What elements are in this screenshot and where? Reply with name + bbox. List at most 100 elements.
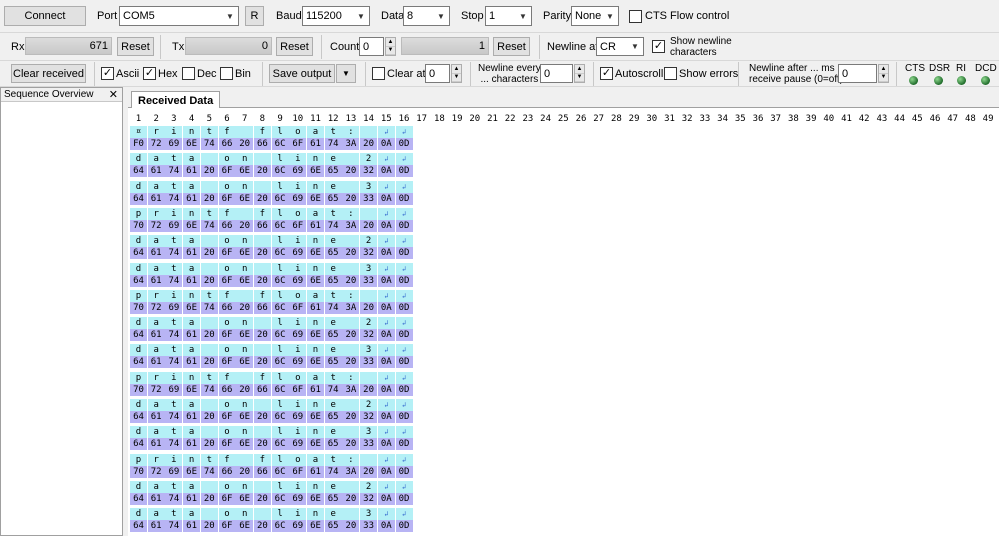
hex-cell: 20 (253, 165, 271, 178)
hex-cell: 6E (236, 411, 254, 423)
clear-received-button[interactable]: Clear received (11, 64, 86, 83)
autoscroll-checkbox[interactable]: ✓ (600, 67, 613, 80)
clear-at-stepper[interactable]: ▲ ▼ (451, 64, 462, 83)
ascii-cell: n (236, 153, 254, 166)
show-errors-checkbox[interactable] (664, 67, 677, 80)
ascii-cell: t (165, 235, 183, 248)
hex-cell: 0A (377, 383, 395, 396)
hex-cell: 65 (324, 192, 342, 205)
hex-cell: 64 (130, 438, 147, 451)
port-select[interactable]: COM5 ▼ (119, 6, 239, 26)
ascii-cell: l (271, 426, 289, 439)
hex-cell: 6C (271, 492, 289, 505)
newline-at-label: Newline at (547, 41, 599, 53)
hex-cell: 69 (289, 247, 307, 260)
hex-cell: 65 (324, 356, 342, 369)
hex-cell: 66 (253, 383, 271, 396)
close-icon[interactable]: ✕ (109, 88, 118, 101)
newline-every-stepper[interactable]: ▲ ▼ (574, 64, 585, 83)
rx-reset-button[interactable]: Reset (117, 37, 154, 56)
hex-cell: 61 (147, 165, 165, 178)
cts-flow-checkbox[interactable] (629, 10, 642, 23)
clear-at-checkbox[interactable] (372, 67, 385, 80)
received-data-area[interactable]: 1 2 3 4 5 6 7 8 9 10 11 12 13 14 15 16 17 18 19 20 21 22 23 24 2… (128, 108, 999, 536)
data-bits-select[interactable]: 8 ▼ (403, 6, 450, 26)
column-number: 49 (982, 114, 994, 124)
tx-reset-button[interactable]: Reset (276, 37, 313, 56)
newline-every-input[interactable]: 0 (540, 64, 573, 83)
hex-cell: 0A (377, 356, 395, 369)
port-value: COM5 (123, 10, 155, 22)
ascii-cell (200, 317, 218, 330)
ascii-cell: i (289, 426, 307, 439)
count-label: Count (330, 41, 360, 53)
hex-cell: 0A (377, 438, 395, 451)
tab-received-data[interactable]: Received Data (131, 91, 221, 109)
hex-cell: 0D (395, 520, 413, 533)
hex-cell: 20 (200, 411, 218, 423)
ascii-cell: : (342, 289, 360, 302)
chevron-down-icon: ▼ (519, 11, 527, 21)
stop-bits-select[interactable]: 1 ▼ (485, 6, 532, 26)
hex-cell: 3A (342, 138, 360, 150)
hex-cell: 69 (289, 329, 307, 342)
save-output-dropdown[interactable]: ▼ (336, 64, 356, 83)
newline-after-input[interactable]: 0 (838, 64, 877, 83)
ascii-cell: a (183, 426, 201, 439)
ascii-cell: d (130, 399, 147, 411)
ascii-cell (342, 180, 360, 193)
newline-at-select[interactable]: CR ▼ (596, 37, 644, 56)
ascii-cell: f (253, 371, 271, 384)
count-input[interactable]: 0 (359, 37, 384, 56)
clear-at-input[interactable]: 0 (425, 64, 450, 83)
hex-cell: 20 (253, 520, 271, 533)
hex-cell: 61 (147, 438, 165, 451)
hex-cell: 6F (218, 520, 236, 533)
column-number: 11 (310, 114, 321, 124)
ascii-cell: d (130, 317, 147, 330)
ascii-cell: ↲ (377, 207, 395, 220)
cts-led (909, 76, 918, 85)
save-output-button[interactable]: Save output (269, 64, 335, 83)
hex-cell: 65 (324, 247, 342, 260)
ascii-cell (360, 126, 378, 138)
hex-cell: 61 (147, 356, 165, 369)
hex-cell: 6E (236, 192, 254, 205)
hex-cell: 61 (147, 411, 165, 423)
ascii-cell: r (147, 453, 165, 466)
count-reset-button[interactable]: Reset (493, 37, 530, 56)
hex-cell: 32 (360, 411, 378, 423)
hex-cell: 64 (130, 492, 147, 505)
column-number: 14 (363, 114, 375, 124)
refresh-ports-button[interactable]: R (245, 6, 264, 26)
count-stepper[interactable]: ▲ ▼ (385, 37, 396, 56)
ascii-checkbox[interactable]: ✓ (101, 67, 114, 80)
hex-cell: 0A (377, 219, 395, 232)
show-newline-checkbox[interactable]: ✓ (652, 40, 665, 53)
hex-cell: 0A (377, 411, 395, 423)
ascii-cell: a (147, 399, 165, 411)
hex-checkbox[interactable]: ✓ (143, 67, 156, 80)
column-number: 22 (504, 114, 516, 124)
hex-cell: 6F (218, 247, 236, 260)
ascii-cell: i (289, 317, 307, 330)
newline-after-stepper[interactable]: ▲ ▼ (878, 64, 889, 83)
ascii-cell (253, 317, 271, 330)
connect-button[interactable]: Connect (4, 6, 86, 26)
ascii-cell: ↲ (395, 317, 413, 330)
bin-checkbox[interactable] (220, 67, 233, 80)
dec-checkbox[interactable] (182, 67, 195, 80)
ascii-cell: p (130, 453, 147, 466)
ascii-cell (342, 508, 360, 521)
ascii-cell: o (289, 371, 307, 384)
ascii-cell: l (271, 508, 289, 521)
ascii-cell: a (183, 317, 201, 330)
hex-cell: 66 (253, 219, 271, 232)
parity-select[interactable]: None ▼ (571, 6, 619, 26)
hex-cell: 20 (253, 492, 271, 505)
stop-bits-value: 1 (489, 10, 496, 22)
hex-cell: 70 (130, 219, 147, 232)
hex-cell: 6F (218, 438, 236, 451)
hex-cell: 65 (324, 492, 342, 505)
baud-select[interactable]: 115200 ▼ (302, 6, 370, 26)
